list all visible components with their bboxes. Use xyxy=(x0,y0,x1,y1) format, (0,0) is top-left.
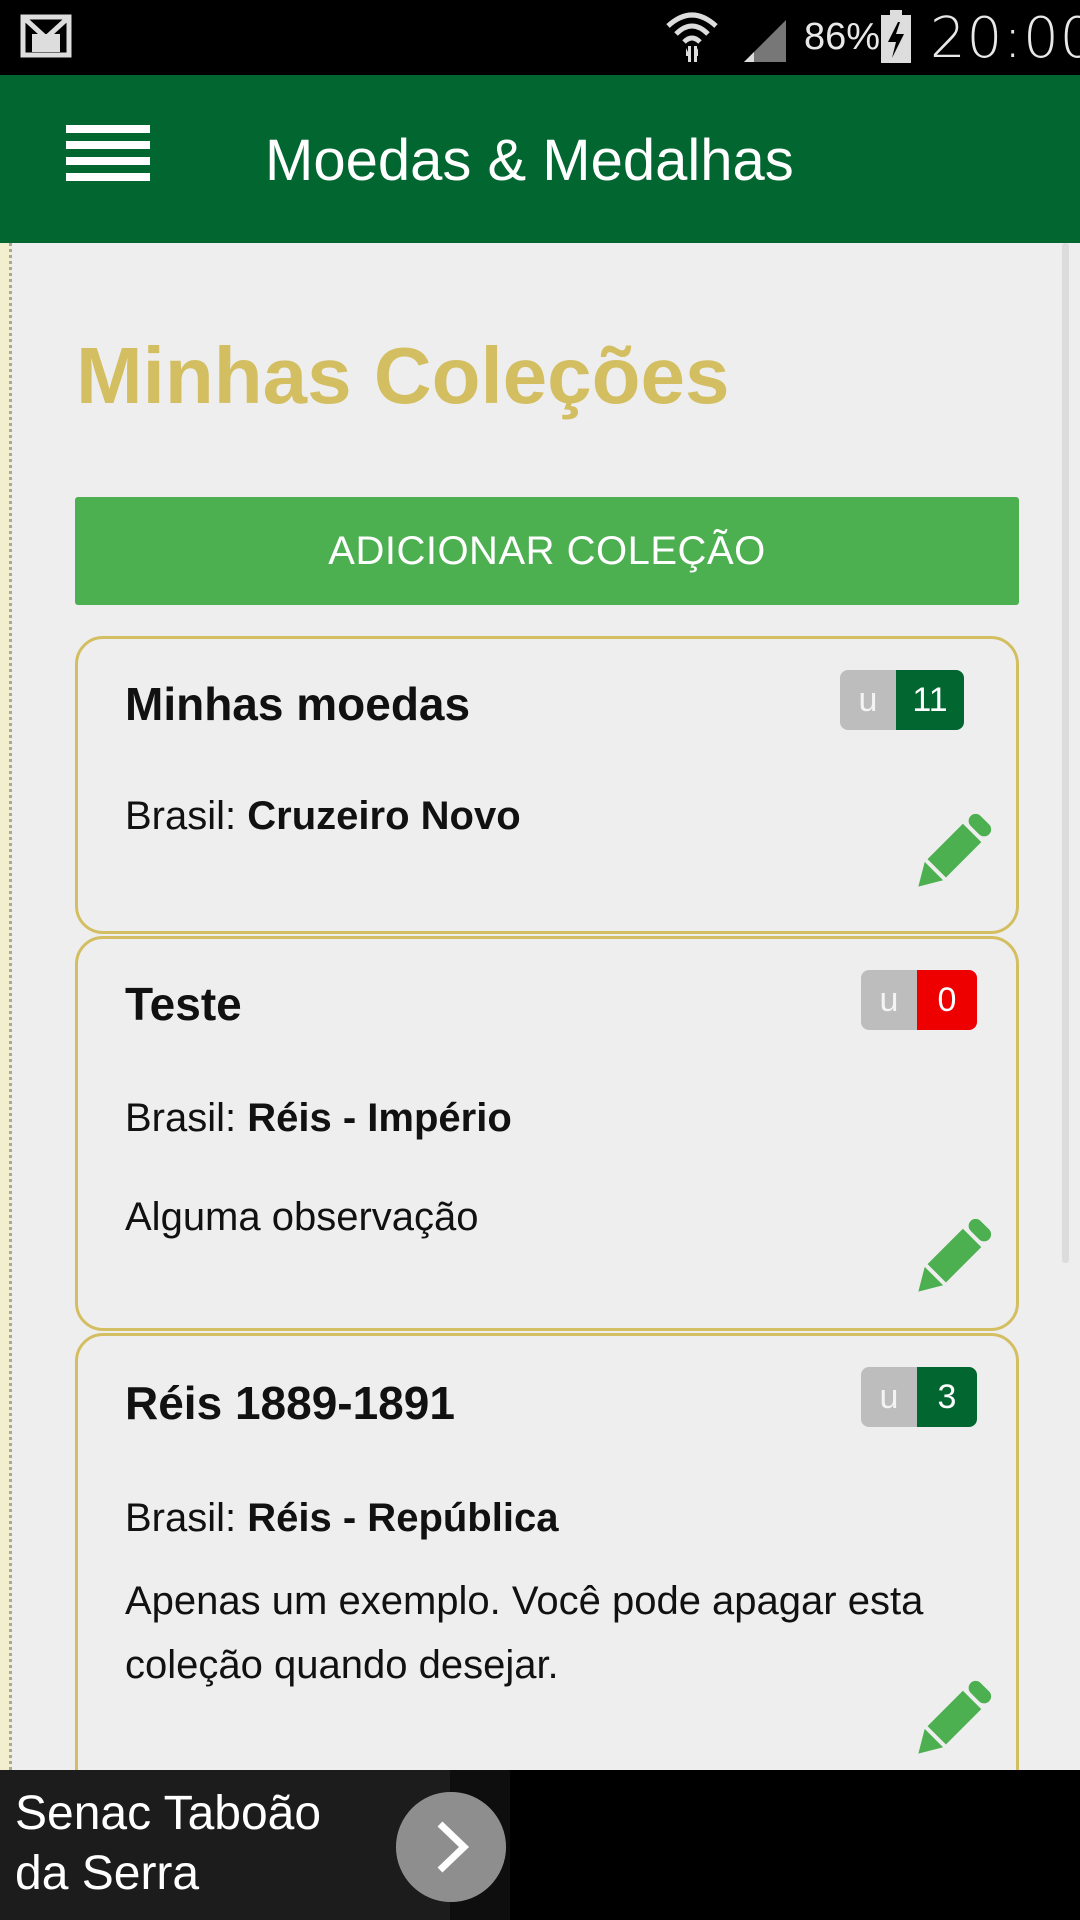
series-name: Réis - Império xyxy=(247,1096,512,1140)
ad-content[interactable]: Senac Taboão da Serra xyxy=(0,1770,450,1920)
signal-icon xyxy=(744,20,786,62)
collection-note: Apenas um exemplo. Você pode apagar esta… xyxy=(125,1579,924,1687)
pencil-icon[interactable] xyxy=(910,1214,996,1300)
add-collection-button[interactable]: ADICIONAR COLEÇÃO xyxy=(75,497,1019,605)
app-title: Moedas & Medalhas xyxy=(265,128,794,193)
scrollbar[interactable] xyxy=(1062,243,1069,1263)
series-name: Cruzeiro Novo xyxy=(247,794,521,838)
count-badge: u 0 xyxy=(861,970,977,1030)
collection-name: Réis 1889-1891 xyxy=(125,1377,455,1429)
collection-card[interactable]: Réis 1889-1891 u 3 Brasil: Réis - Repúbl… xyxy=(75,1333,1019,1813)
badge-u-label: u xyxy=(861,1367,917,1427)
menu-icon[interactable] xyxy=(66,125,150,195)
app-bar: Moedas & Medalhas xyxy=(0,75,1080,243)
pencil-icon[interactable] xyxy=(910,809,996,895)
country-label: Brasil: xyxy=(125,1096,237,1140)
pencil-icon[interactable] xyxy=(910,1676,996,1762)
ad-banner[interactable]: Senac Taboão da Serra xyxy=(0,1770,1080,1920)
badge-u-label: u xyxy=(861,970,917,1030)
badge-u-label: u xyxy=(840,670,896,730)
drawer-edge[interactable] xyxy=(0,243,12,1770)
badge-count: 11 xyxy=(896,670,964,730)
badge-count: 3 xyxy=(917,1367,977,1427)
badge-count: 0 xyxy=(917,970,977,1030)
clock: 20:00 xyxy=(930,6,1080,71)
collection-country-line: Brasil: Cruzeiro Novo xyxy=(125,794,521,839)
collection-card[interactable]: Minhas moedas u 11 Brasil: Cruzeiro Novo xyxy=(75,636,1019,934)
collection-note: Alguma observação xyxy=(125,1195,479,1239)
count-badge: u 11 xyxy=(840,670,964,730)
wifi-icon xyxy=(666,12,718,62)
collection-name: Teste xyxy=(125,978,242,1030)
collection-name: Minhas moedas xyxy=(125,678,471,730)
country-label: Brasil: xyxy=(125,1496,237,1540)
battery-percentage: 86% xyxy=(804,16,881,58)
status-bar: 86% 20:00 xyxy=(0,0,1080,75)
page-title: Minhas Coleções xyxy=(76,331,730,420)
series-name: Réis - República xyxy=(247,1496,559,1540)
country-label: Brasil: xyxy=(125,794,237,838)
battery-charging-icon xyxy=(881,10,911,63)
chevron-right-icon[interactable] xyxy=(396,1792,506,1902)
count-badge: u 3 xyxy=(861,1367,977,1427)
ad-text[interactable]: Senac Taboão da Serra xyxy=(15,1784,375,1904)
gmail-icon xyxy=(20,14,72,58)
collection-card[interactable]: Teste u 0 Brasil: Réis - Império Alguma … xyxy=(75,936,1019,1331)
collection-country-line: Brasil: Réis - Império xyxy=(125,1096,512,1141)
collection-country-line: Brasil: Réis - República xyxy=(125,1496,558,1541)
